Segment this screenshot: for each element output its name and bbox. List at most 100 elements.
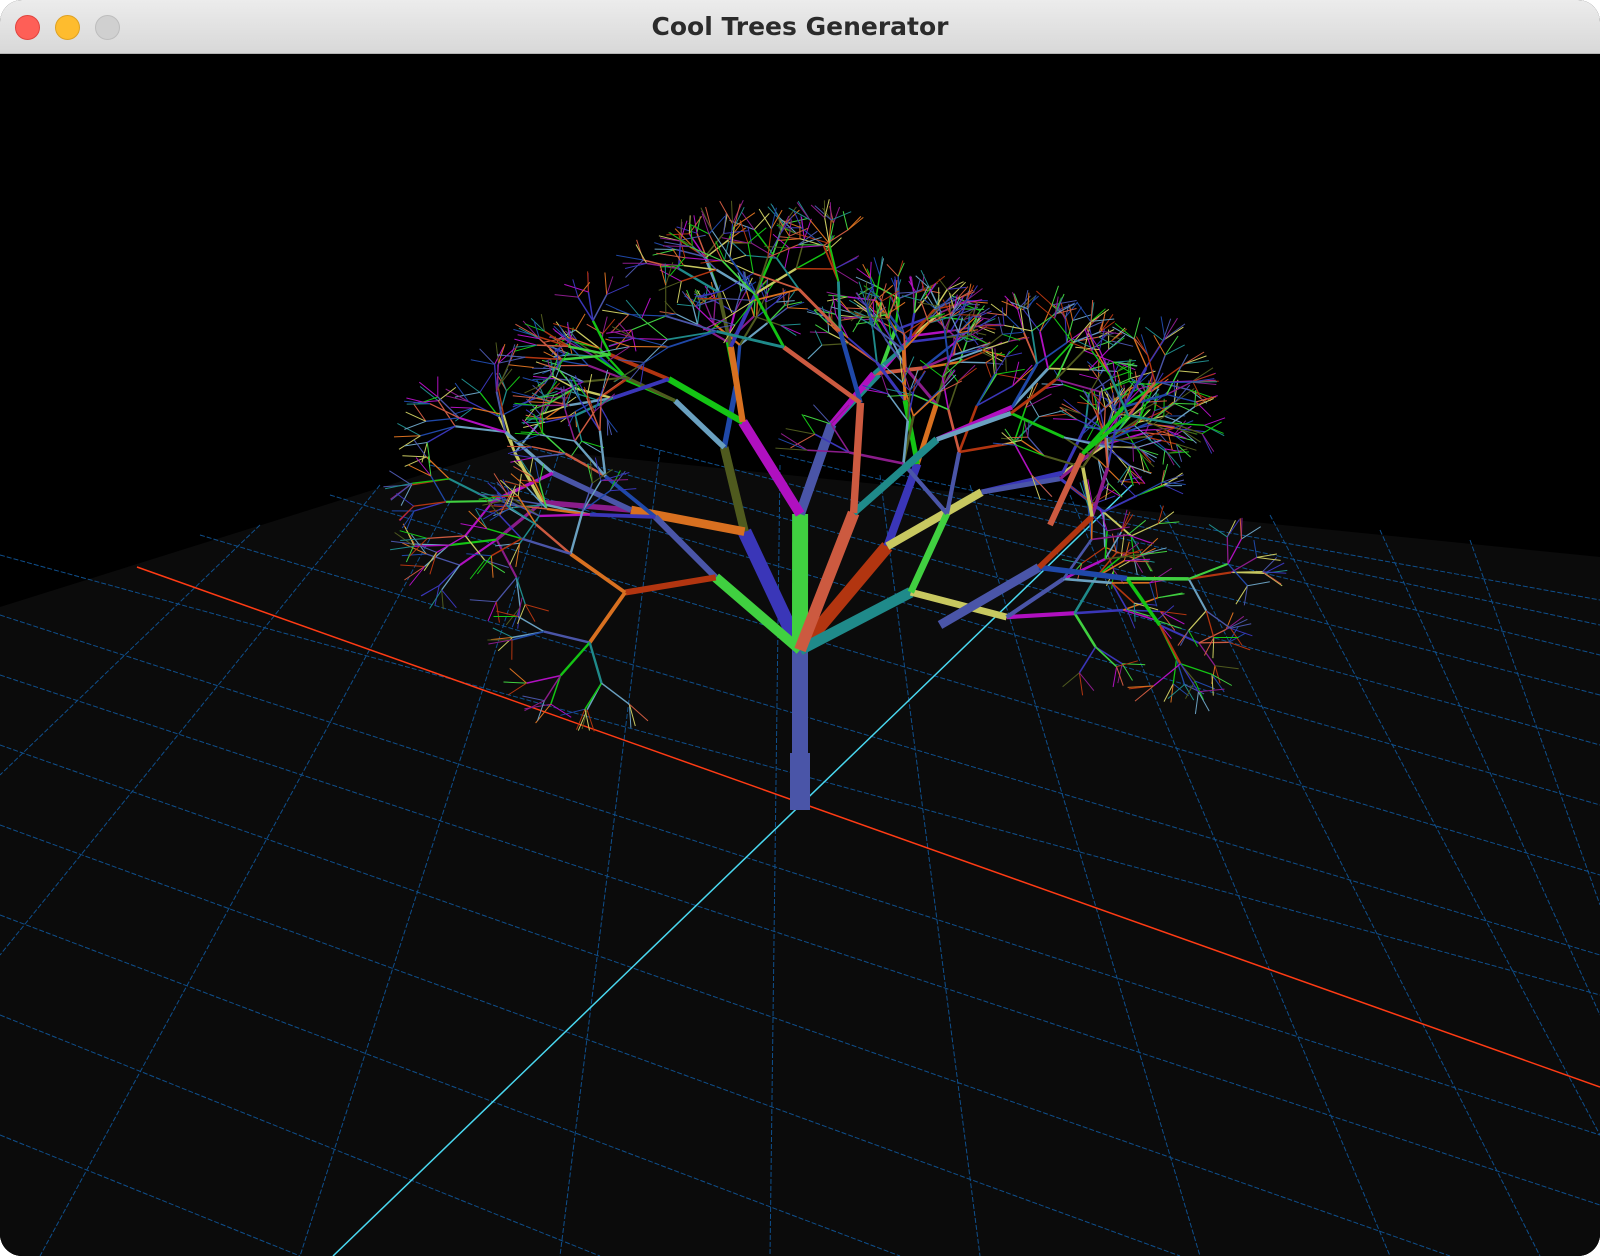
tree-branch (528, 401, 551, 404)
tree-branch (1116, 360, 1137, 363)
tree-branch (1005, 356, 1007, 372)
tree-branch (1226, 536, 1229, 564)
tree-branch (810, 204, 826, 219)
tree-branch (1171, 406, 1196, 424)
tree-branch (1039, 331, 1049, 369)
tree-branch (758, 208, 772, 229)
tree-branch (397, 422, 421, 437)
tree-branch (809, 331, 829, 334)
tree-branch (592, 294, 608, 321)
tree-branch (625, 259, 644, 278)
tree-branch (450, 406, 473, 409)
tree-branch (1189, 389, 1212, 398)
tree-branch (445, 499, 494, 503)
tree-branch (831, 211, 852, 221)
tree-branch (1166, 393, 1197, 403)
tree-branch (815, 324, 829, 334)
tree-branch (524, 323, 545, 332)
tree-branch (994, 368, 1025, 375)
tree-branch (704, 302, 715, 324)
tree-branch (1036, 290, 1053, 306)
tree-branch (862, 263, 871, 279)
tree-branch (833, 206, 841, 224)
tree-branch (770, 203, 784, 225)
tree-branch (747, 242, 754, 274)
tree-branch (829, 202, 832, 221)
tree-branch (832, 295, 837, 315)
tree-branch (780, 433, 808, 451)
tree-branch (1002, 333, 1021, 341)
tree-branch (404, 456, 427, 467)
tree-branch (708, 215, 726, 235)
tree-branch (631, 315, 667, 331)
tree-branch (834, 257, 858, 270)
tree-branch (541, 411, 544, 434)
tree-branch (959, 361, 986, 364)
tree-branch (872, 330, 878, 363)
tree-branch (604, 272, 608, 295)
tree-branch (780, 323, 801, 326)
tree-branch (616, 254, 644, 261)
tree-branch (575, 313, 586, 331)
tree-branch (539, 434, 575, 442)
tree-branch (461, 378, 481, 393)
tree-branch (1174, 402, 1201, 405)
tree-branch (1031, 313, 1056, 332)
3d-viewport[interactable] (0, 55, 1600, 1256)
tree-branch (790, 433, 816, 449)
tree-branch (946, 276, 961, 290)
tree-branch (429, 403, 460, 419)
tree-branch (869, 261, 872, 279)
tree-branch (635, 244, 648, 264)
tree-branch (1140, 334, 1149, 356)
tree-branch (1076, 302, 1092, 323)
tree-branch (807, 344, 823, 359)
tree-branch (1132, 443, 1134, 462)
tree-branch (982, 349, 1006, 358)
tree-branch (1129, 358, 1132, 379)
tree-branch (413, 439, 427, 458)
tree-branch (1164, 484, 1184, 495)
tree-branch (787, 307, 808, 310)
tree-branch (985, 362, 992, 378)
tree-branch (1136, 481, 1163, 497)
title-bar: Cool Trees Generator (0, 0, 1600, 54)
tree-branch (514, 432, 540, 436)
tree-branch (779, 236, 801, 240)
tree-branch (1068, 305, 1074, 321)
tree-branch (508, 344, 516, 365)
tree-branch (754, 294, 786, 348)
trunk-upper (792, 650, 808, 755)
tree-branch (847, 337, 878, 364)
tree-branch (667, 330, 717, 341)
tree-branch (608, 338, 633, 348)
tree-branch (827, 296, 848, 302)
tree-branch (807, 449, 850, 454)
tree-branch (676, 281, 682, 303)
tree-branch (785, 428, 815, 435)
tree-branch (636, 239, 644, 261)
scene-canvas[interactable] (0, 55, 1600, 1256)
tree-branch (658, 280, 682, 291)
tree-branch (1192, 380, 1203, 400)
tree-branch (668, 330, 717, 348)
tree-branch (929, 275, 946, 289)
tree-branch (1155, 381, 1191, 384)
tree-branch (1064, 319, 1068, 343)
app-window: Cool Trees Generator (0, 0, 1600, 1256)
tree-branch (1135, 336, 1149, 356)
tree-branch (418, 381, 439, 398)
tree-branch (522, 377, 545, 385)
tree-branch (419, 386, 439, 402)
tree-branch (886, 264, 899, 277)
tree-branch (574, 415, 583, 442)
tree-branch (1145, 326, 1164, 341)
tree-branch (1204, 417, 1226, 426)
tree-branch (873, 257, 881, 276)
tree-branch (731, 200, 733, 224)
tree-branch (1001, 307, 1005, 326)
tree-branch (398, 435, 421, 450)
tree-branch (404, 420, 427, 430)
tree-branch (696, 303, 701, 325)
tree-branch (780, 324, 801, 335)
